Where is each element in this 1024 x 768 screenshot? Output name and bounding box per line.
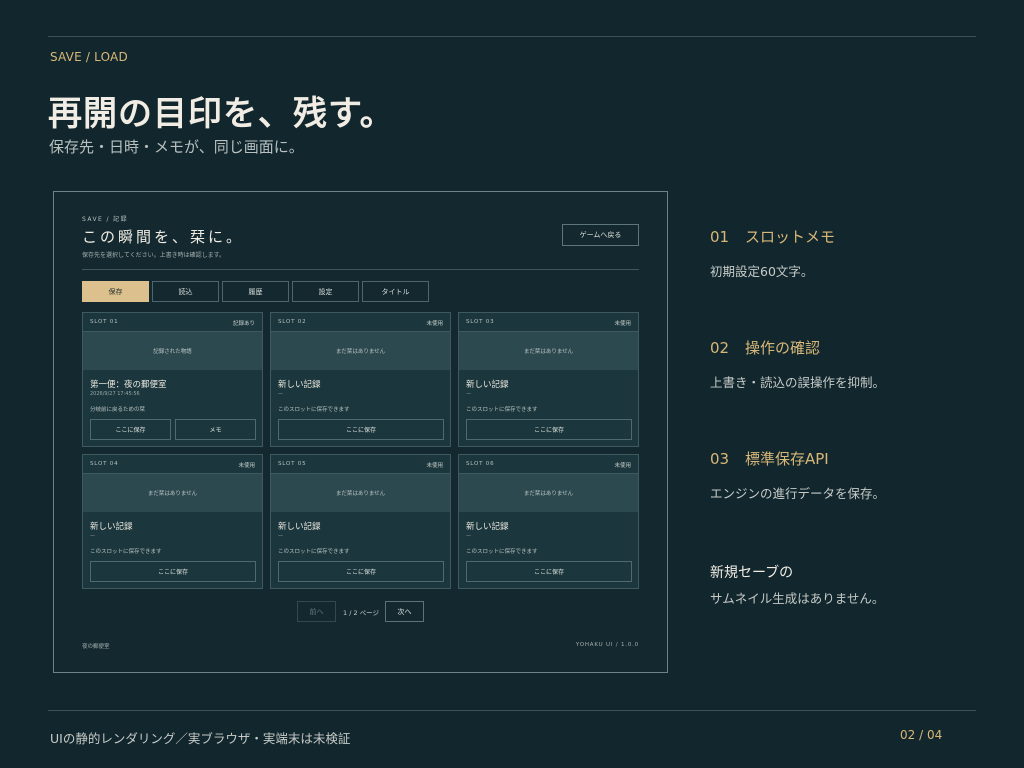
ui-footer-version: YOHAKU UI / 1.0.0 — [575, 642, 639, 648]
slot-header: SLOT 05 未使用 — [271, 455, 450, 474]
footer-caption: UIの静的レンダリング／実ブラウザ・実端末は未検証 — [50, 731, 351, 746]
feature-title: 操作の確認 — [745, 339, 821, 357]
slot-title: 新しい記録 — [466, 380, 509, 390]
save-here-button[interactable]: ここに保存 — [278, 419, 444, 440]
slot-card[interactable]: SLOT 02 未使用 まだ栞はありません 新しい記録 — このスロットに保存で… — [270, 312, 451, 447]
slot-thumbnail: まだ栞はありません — [83, 474, 262, 512]
tab-save[interactable]: 保存 — [82, 281, 149, 302]
slot-card[interactable]: SLOT 05 未使用 まだ栞はありません 新しい記録 — このスロットに保存で… — [270, 454, 451, 589]
feature-title: スロットメモ — [745, 228, 836, 246]
save-here-button[interactable]: ここに保存 — [90, 561, 256, 582]
slot-title: 新しい記録 — [278, 522, 321, 532]
ui-divider — [82, 269, 639, 270]
next-page-button[interactable]: 次へ — [385, 601, 424, 622]
tab-bar: 保存 読込 履歴 設定 タイトル — [82, 281, 432, 302]
slot-card[interactable]: SLOT 06 未使用 まだ栞はありません 新しい記録 — このスロットに保存で… — [458, 454, 639, 589]
slot-date: — — [466, 391, 471, 397]
slot-status: 未使用 — [614, 321, 631, 327]
memo-button[interactable]: メモ — [175, 419, 256, 440]
slot-note: 分岐前に戻るための栞 — [90, 407, 146, 413]
slot-status: 未使用 — [614, 463, 631, 469]
slot-card[interactable]: SLOT 01 記録あり 記録された物語 第一便：夜の郵便室 2026/9/27… — [82, 312, 263, 447]
slot-card[interactable]: SLOT 04 未使用 まだ栞はありません 新しい記録 — このスロットに保存で… — [82, 454, 263, 589]
slot-title: 第一便：夜の郵便室 — [90, 380, 167, 390]
slot-date: — — [278, 391, 283, 397]
tab-history[interactable]: 履歴 — [222, 281, 289, 302]
feature-title: 標準保存API — [745, 450, 829, 468]
feature-item: 03 標準保存API エンジンの進行データを保存。 — [710, 448, 885, 502]
slot-header: SLOT 04 未使用 — [83, 455, 262, 474]
slot-date: 2026/9/27 17:45:56 — [90, 391, 140, 397]
page-indicator: 1 / 2 ページ — [343, 609, 380, 617]
slot-date: — — [90, 533, 95, 539]
slot-status: 未使用 — [238, 463, 255, 469]
slot-title: 新しい記録 — [278, 380, 321, 390]
page-number: 02 / 04 — [900, 728, 943, 742]
back-to-game-button[interactable]: ゲームへ戻る — [562, 224, 639, 246]
feature-body: エンジンの進行データを保存。 — [710, 486, 886, 501]
slot-header: SLOT 01 記録あり — [83, 313, 262, 332]
slot-status: 記録あり — [232, 321, 255, 327]
note-title: 新規セーブの — [710, 565, 794, 581]
feature-number: 02 — [710, 339, 730, 357]
tab-load[interactable]: 読込 — [152, 281, 219, 302]
pagination: 前へ 1 / 2 ページ 次へ — [54, 601, 667, 622]
slot-date: — — [278, 533, 283, 539]
slot-thumbnail: まだ栞はありません — [459, 332, 638, 370]
prev-page-button[interactable]: 前へ — [297, 601, 336, 622]
feature-number: 01 — [710, 228, 730, 246]
slot-thumbnail: まだ栞はありません — [271, 332, 450, 370]
feature-heading: 03 標準保存API — [710, 448, 885, 469]
slot-note: このスロットに保存できます — [90, 549, 162, 555]
section-eyebrow: SAVE / LOAD — [50, 50, 128, 64]
slot-number: SLOT 01 — [90, 319, 119, 325]
slot-title: 新しい記録 — [466, 522, 509, 532]
slot-number: SLOT 04 — [90, 461, 119, 467]
feature-heading: 01 スロットメモ — [710, 226, 835, 247]
top-divider — [48, 36, 976, 37]
save-here-button[interactable]: ここに保存 — [466, 561, 632, 582]
slot-header: SLOT 02 未使用 — [271, 313, 450, 332]
feature-number: 03 — [710, 450, 730, 468]
slot-note: このスロットに保存できます — [278, 549, 350, 555]
page-subtitle: 保存先・日時・メモが、同じ画面に。 — [49, 138, 304, 156]
feature-body: 上書き・読込の誤操作を抑制。 — [710, 375, 886, 390]
limitation-note: 新規セーブの サムネイル生成はありません。 — [710, 562, 884, 607]
slot-status: 未使用 — [426, 321, 443, 327]
tab-title[interactable]: タイトル — [362, 281, 429, 302]
slot-note: このスロットに保存できます — [466, 549, 538, 555]
ui-footer-game-name: 夜の郵便室 — [82, 644, 110, 650]
feature-body: 初期設定60文字。 — [710, 264, 814, 279]
feature-item: 02 操作の確認 上書き・読込の誤操作を抑制。 — [710, 337, 885, 391]
slot-number: SLOT 05 — [278, 461, 307, 467]
feature-item: 01 スロットメモ 初期設定60文字。 — [710, 226, 835, 280]
slot-note: このスロットに保存できます — [278, 407, 350, 413]
save-here-button[interactable]: ここに保存 — [466, 419, 632, 440]
slot-title: 新しい記録 — [90, 522, 133, 532]
slot-thumbnail: まだ栞はありません — [459, 474, 638, 512]
slot-thumbnail: 記録された物語 — [83, 332, 262, 370]
save-screen-preview: SAVE / 記録 この瞬間を、栞に。 保存先を選択してください。上書き時は確認… — [53, 191, 668, 673]
slot-card[interactable]: SLOT 03 未使用 まだ栞はありません 新しい記録 — このスロットに保存で… — [458, 312, 639, 447]
tab-settings[interactable]: 設定 — [292, 281, 359, 302]
page-title: 再開の目印を、残す。 — [48, 94, 395, 134]
slot-header: SLOT 03 未使用 — [459, 313, 638, 332]
slot-note: このスロットに保存できます — [466, 407, 538, 413]
ui-subtitle: 保存先を選択してください。上書き時は確認します。 — [82, 252, 226, 259]
note-body: サムネイル生成はありません。 — [710, 591, 885, 606]
slot-number: SLOT 03 — [466, 319, 495, 325]
slot-number: SLOT 06 — [466, 461, 495, 467]
slot-number: SLOT 02 — [278, 319, 307, 325]
slot-header: SLOT 06 未使用 — [459, 455, 638, 474]
bottom-divider — [48, 710, 976, 711]
slot-date: — — [466, 533, 471, 539]
ui-title: この瞬間を、栞に。 — [82, 228, 245, 246]
ui-eyebrow: SAVE / 記録 — [82, 216, 128, 223]
save-here-button[interactable]: ここに保存 — [90, 419, 171, 440]
feature-heading: 02 操作の確認 — [710, 337, 885, 358]
slot-thumbnail: まだ栞はありません — [271, 474, 450, 512]
save-here-button[interactable]: ここに保存 — [278, 561, 444, 582]
slot-status: 未使用 — [426, 463, 443, 469]
